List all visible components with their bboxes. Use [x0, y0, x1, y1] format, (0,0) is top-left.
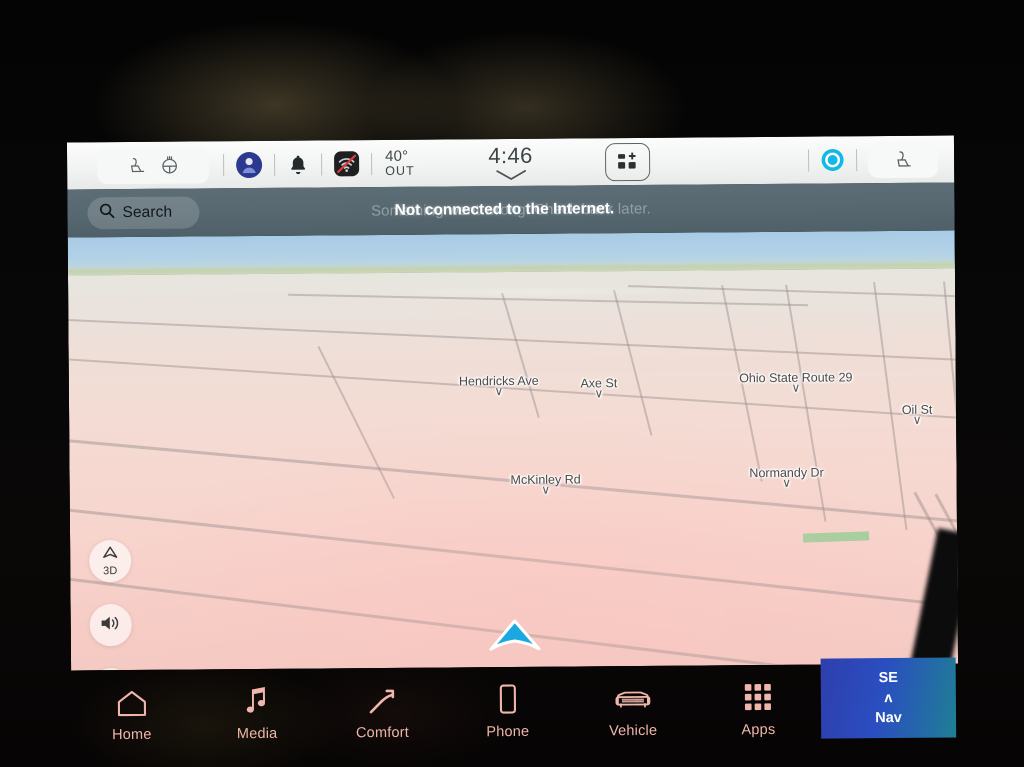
temperature-label: OUT — [385, 163, 415, 178]
nav-tile-label: Nav — [875, 710, 902, 727]
map-label-ohio-state-route-29: Ohio State Route 29 ∨ — [739, 370, 852, 394]
driver-profile-icon[interactable] — [235, 150, 263, 178]
steering-wheel-heater-icon[interactable] — [158, 154, 181, 177]
nav-item-label: Apps — [741, 721, 776, 739]
nav-item-label: Media — [236, 725, 278, 743]
passenger-seat-heater-icon[interactable] — [867, 141, 939, 178]
add-widget-icon[interactable] — [604, 142, 651, 182]
speaker-volume-icon — [99, 613, 123, 638]
navigation-map[interactable]: Hendricks Ave ∨ Axe St ∨ Ohio State Route 29… — [67, 230, 959, 671]
nav-item-nav-active[interactable]: SE ʌ Nav — [820, 657, 957, 739]
nav-tile-direction: SE — [878, 669, 898, 686]
status-bar-right — [797, 136, 939, 184]
infotainment-screen: 40° OUT 4:46 Search Something went wrong… — [66, 135, 959, 671]
nav-item-home[interactable]: Home — [69, 670, 195, 744]
connection-banner: Something went wrong. Check back later. … — [67, 183, 954, 238]
map-label-oil-st: Oil St ∨ — [902, 403, 933, 427]
map-label-hendricks-ave: Hendricks Ave ∨ — [459, 374, 539, 398]
status-bar: 40° OUT 4:46 — [66, 135, 955, 190]
status-divider-1 — [223, 153, 225, 176]
nav-item-label: Vehicle — [608, 722, 658, 740]
vehicle-position-arrow — [486, 617, 542, 660]
search-banner-row: Search Something went wrong. Check back … — [67, 182, 955, 238]
volume-button[interactable] — [89, 603, 132, 647]
map-label-axe-st: Axe St ∨ — [580, 376, 617, 400]
wifi-disconnected-icon[interactable] — [333, 150, 360, 177]
nav-item-phone[interactable]: Phone — [445, 667, 571, 741]
notifications-bell-icon[interactable] — [286, 152, 310, 176]
phone-icon — [496, 681, 518, 715]
seat-climate-pill[interactable] — [96, 146, 210, 184]
3d-view-button[interactable]: 3D — [89, 540, 132, 583]
music-note-icon — [243, 683, 271, 717]
outside-temperature[interactable]: 40° OUT — [384, 148, 415, 178]
map-control-label: 3D — [103, 565, 118, 578]
status-divider-2 — [274, 153, 276, 176]
app-grid-icon — [742, 679, 774, 713]
bottom-navigation-bar: Home Media Comfort Phone Vehicle Apps SE ʌ Nav — [0, 657, 1024, 767]
dashboard-photo: 40° OUT 4:46 Search Something went wrong… — [0, 0, 1024, 767]
nav-item-label: Phone — [486, 723, 530, 741]
bottom-nav-items: Home Media Comfort Phone Vehicle Apps SE ʌ Nav — [69, 657, 957, 763]
banner-main-text: Not connected to the Internet. — [394, 200, 615, 219]
compass-3d-icon — [100, 545, 120, 565]
status-divider-5 — [808, 149, 810, 172]
seat-heater-icon[interactable] — [126, 154, 148, 176]
nav-item-apps[interactable]: Apps — [695, 665, 821, 739]
clock: 4:46 — [488, 142, 533, 169]
status-divider-3 — [321, 152, 323, 175]
nav-item-comfort[interactable]: Comfort — [319, 668, 445, 742]
voice-assistant-icon[interactable] — [820, 147, 845, 172]
status-divider-6 — [856, 148, 858, 171]
nav-item-label: Comfort — [355, 724, 410, 742]
nav-item-label: Home — [112, 726, 152, 744]
map-label-normandy-dr: Normandy Dr ∨ — [749, 466, 824, 490]
temperature-value: 40° — [384, 148, 409, 166]
nav-item-media[interactable]: Media — [194, 669, 320, 743]
car-front-icon — [613, 680, 653, 714]
map-label-mckinley-rd: McKinley Rd ∨ — [510, 472, 580, 496]
home-icon — [114, 684, 148, 718]
status-divider-4 — [371, 152, 373, 175]
nav-item-vehicle[interactable]: Vehicle — [570, 666, 696, 740]
nav-tile-arrow: ʌ — [884, 689, 893, 707]
seat-comfort-icon — [365, 682, 399, 716]
chevron-down-icon[interactable] — [494, 168, 528, 187]
